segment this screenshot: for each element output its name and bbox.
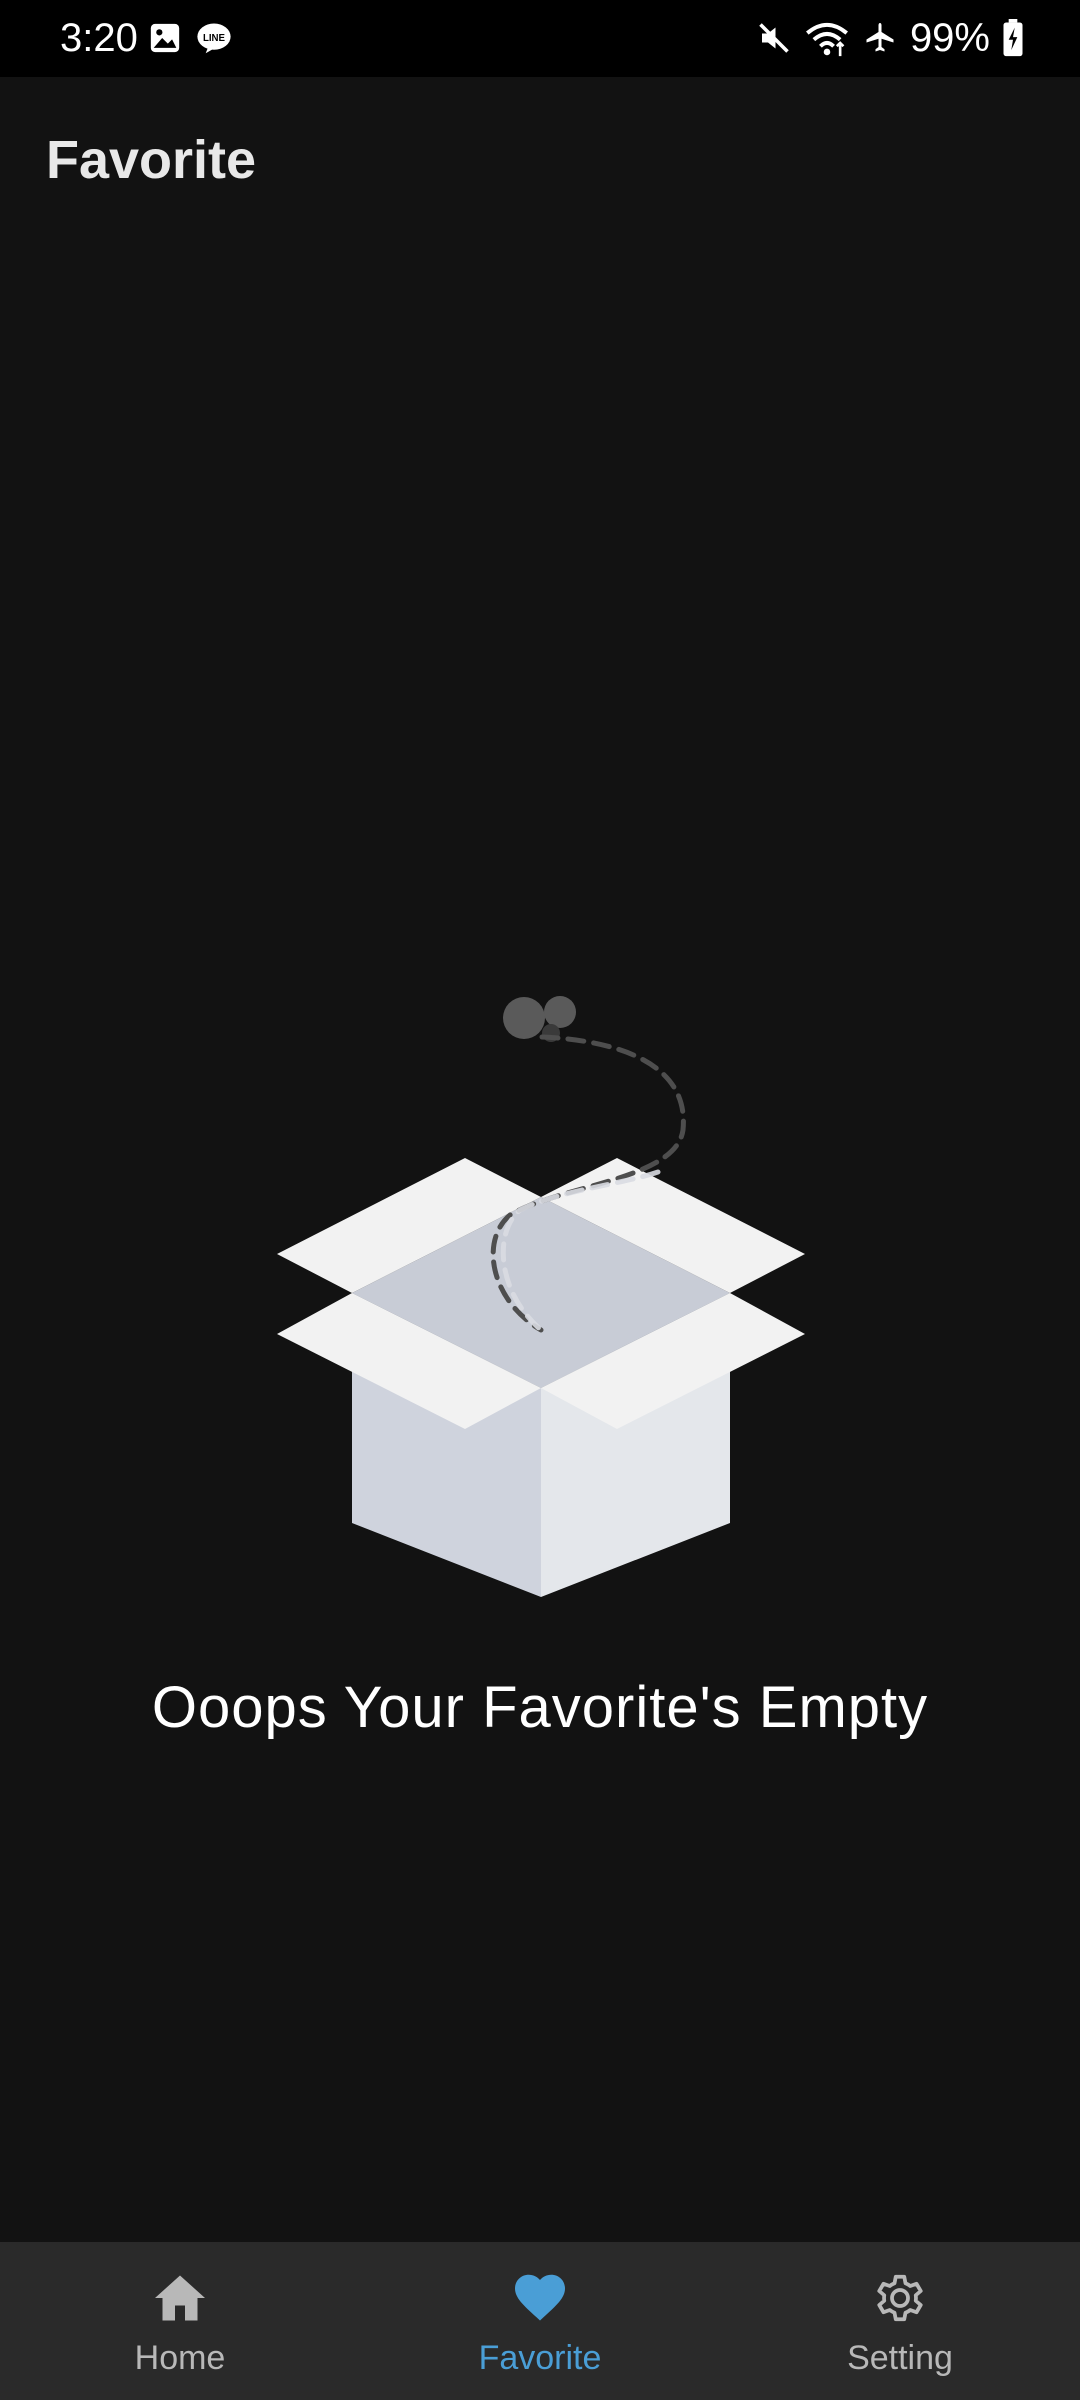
mute-icon — [759, 23, 789, 53]
nav-item-home[interactable]: Home — [0, 2242, 360, 2400]
page-title: Favorite — [46, 130, 257, 190]
status-bar: 3:20 LINE 99% — [0, 0, 1080, 77]
svg-text:LINE: LINE — [203, 33, 226, 44]
notification-icons: LINE — [148, 18, 232, 58]
status-time: 3:20 — [60, 16, 138, 60]
nav-label-setting: Setting — [847, 2339, 953, 2377]
nav-label-home: Home — [134, 2339, 226, 2377]
nav-item-setting[interactable]: Setting — [720, 2242, 1080, 2400]
favorite-screen: 3:20 LINE 99% Favorite Ooops Your Favori… — [0, 0, 1080, 2400]
airplane-icon — [866, 23, 894, 52]
gear-icon — [877, 2274, 923, 2322]
gallery-icon — [150, 23, 180, 53]
wifi-icon — [805, 22, 848, 57]
battery-charging-icon — [1003, 19, 1023, 57]
nav-label-favorite: Favorite — [478, 2339, 602, 2377]
heart-icon — [515, 2274, 565, 2321]
open-box-icon — [277, 996, 805, 1597]
battery-percent: 99% — [909, 16, 990, 60]
nav-item-favorite[interactable]: Favorite — [360, 2242, 720, 2400]
empty-state-message: Ooops Your Favorite's Empty — [151, 1675, 929, 1740]
home-icon — [155, 2275, 205, 2321]
bottom-navigation: Home Favorite Setting — [0, 2242, 1080, 2400]
system-icons: 99% — [756, 12, 1024, 64]
line-icon: LINE — [197, 23, 231, 54]
